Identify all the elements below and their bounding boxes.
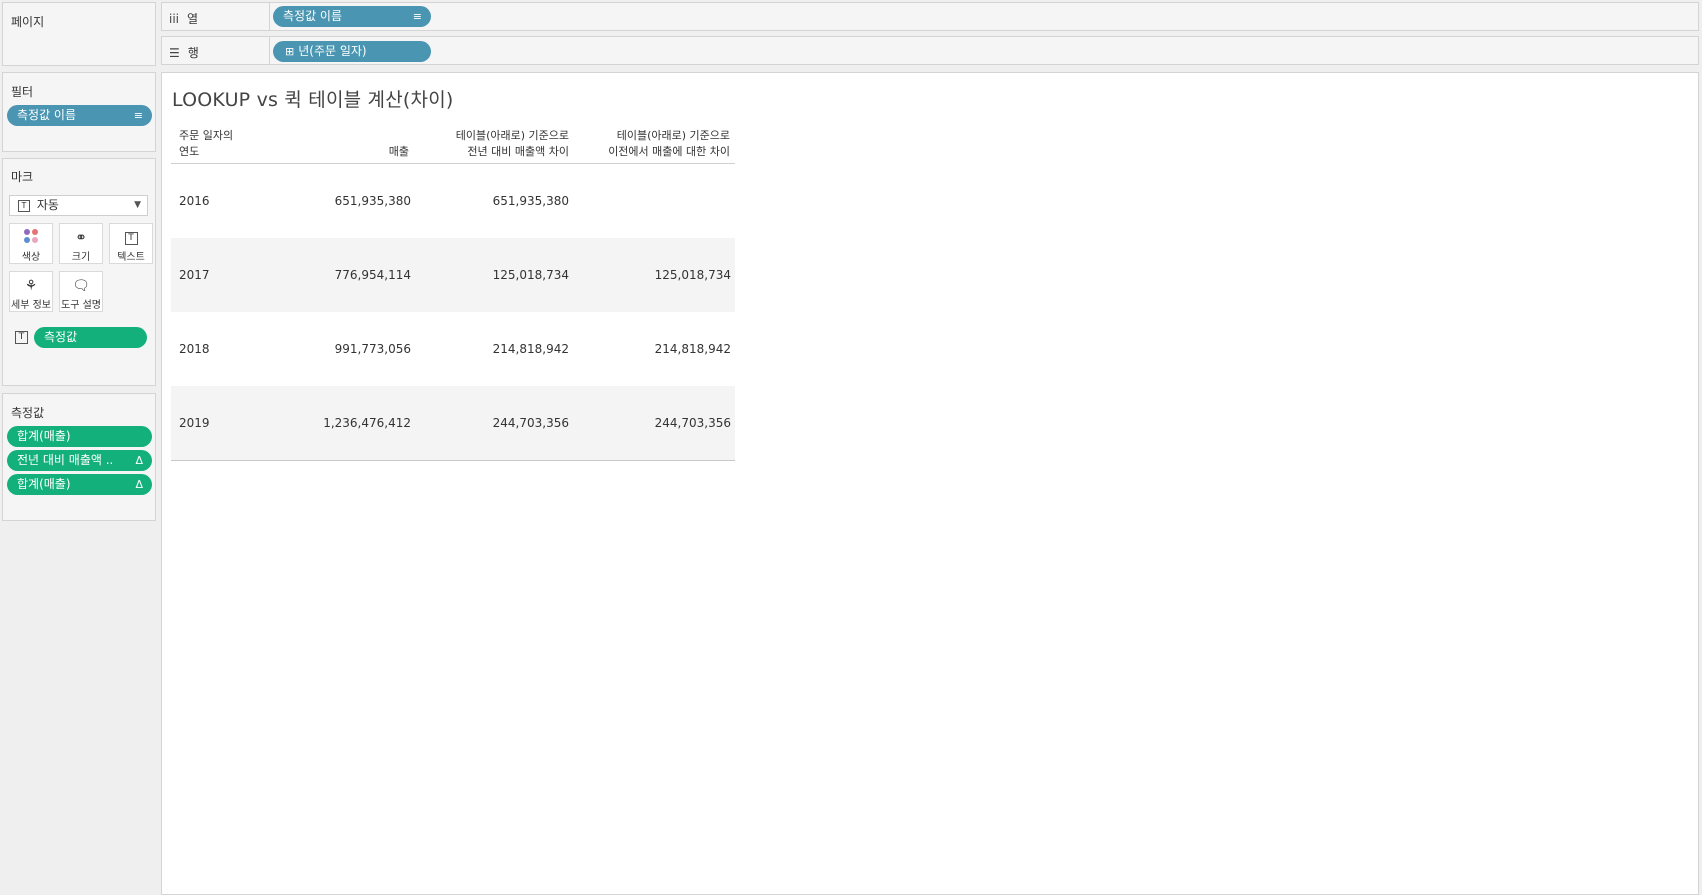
prev-diff-cell[interactable]: 214,818,942	[655, 312, 731, 386]
prev-diff-cell[interactable]: 244,703,356	[655, 386, 731, 460]
size-icon: ⚭	[75, 230, 87, 246]
filter-measure-names-pill[interactable]: 측정값 이름 ≡	[7, 105, 152, 126]
table-row[interactable]: 2017 776,954,114 125,018,734 125,018,734	[171, 238, 735, 312]
sales-cell[interactable]: 651,935,380	[335, 164, 411, 238]
measure-pill-sum-sales-diff[interactable]: 합계(매출) Δ	[7, 474, 152, 495]
year-order-date-pill[interactable]: ⊞ 년(주문 일자)	[273, 41, 431, 62]
pages-card[interactable]: 페이지	[2, 2, 156, 66]
tooltip-icon: 🗨	[72, 278, 90, 294]
year-cell[interactable]: 2019	[179, 386, 210, 460]
measure-values-card[interactable]: 측정값 합계(매출) 전년 대비 매출액 .. Δ 합계(매출) Δ	[2, 393, 156, 521]
size-button[interactable]: ⚭ 크기	[59, 223, 103, 264]
sales-cell[interactable]: 991,773,056	[335, 312, 411, 386]
filters-card-title: 필터	[11, 85, 34, 99]
sort-icon: ≡	[412, 10, 422, 23]
viz-canvas[interactable]: LOOKUP vs 퀵 테이블 계산(차이) 주문 일자의 연도 매출 테이블(…	[161, 72, 1699, 895]
measure-values-card-title: 측정값	[11, 406, 45, 420]
header-prev-diff[interactable]: 테이블(아래로) 기준으로 이전에서 매출에 대한 차이	[562, 128, 730, 160]
table-row[interactable]: 2018 991,773,056 214,818,942 214,818,942	[171, 312, 735, 386]
filters-card[interactable]: 필터 측정값 이름 ≡	[2, 72, 156, 152]
delta-icon: Δ	[135, 454, 143, 467]
header-year[interactable]: 주문 일자의 연도	[179, 128, 233, 160]
header-yoy-diff[interactable]: 테이블(아래로) 기준으로 전년 대비 매출액 차이	[412, 128, 569, 160]
text-encoding-icon: T	[15, 331, 28, 344]
measure-pill-sum-sales[interactable]: 합계(매출)	[7, 426, 152, 447]
year-cell[interactable]: 2018	[179, 312, 210, 386]
table-row[interactable]: 2016 651,935,380 651,935,380	[171, 164, 735, 238]
yoy-diff-cell[interactable]: 244,703,356	[493, 386, 569, 460]
text-mark-icon: T	[18, 199, 30, 212]
rows-shelf[interactable]: ☰ 행 ⊞ 년(주문 일자)	[161, 36, 1699, 65]
columns-shelf[interactable]: iii 열 측정값 이름 ≡	[161, 2, 1699, 31]
rows-icon: ☰	[169, 46, 180, 60]
detail-icon: ⚘	[24, 278, 38, 294]
yoy-diff-cell[interactable]: 125,018,734	[493, 238, 569, 312]
delta-icon: Δ	[135, 478, 143, 491]
text-icon: T	[110, 229, 152, 247]
header-sales[interactable]: 매출	[269, 144, 409, 160]
marks-card-title: 마크	[11, 170, 34, 184]
yoy-diff-cell[interactable]: 651,935,380	[493, 164, 569, 238]
shelf-divider	[269, 3, 270, 30]
columns-icon: iii	[169, 12, 180, 26]
text-button[interactable]: T 텍스트	[109, 223, 153, 264]
year-cell[interactable]: 2017	[179, 238, 210, 312]
mark-type-dropdown[interactable]: T 자동 ▼	[9, 195, 148, 216]
tooltip-button[interactable]: 🗨 도구 설명	[59, 271, 103, 312]
color-icon	[10, 229, 52, 247]
sort-icon: ≡	[133, 109, 143, 122]
sales-cell[interactable]: 1,236,476,412	[323, 386, 411, 460]
yoy-diff-cell[interactable]: 214,818,942	[493, 312, 569, 386]
color-button[interactable]: 색상	[9, 223, 53, 264]
detail-button[interactable]: ⚘ 세부 정보	[9, 271, 53, 312]
shelf-divider	[269, 37, 270, 64]
viz-title: LOOKUP vs 퀵 테이블 계산(차이)	[172, 89, 454, 111]
columns-shelf-label: iii 열	[169, 12, 199, 26]
measure-values-text-pill[interactable]: 측정값	[34, 327, 147, 348]
table-bottom-border	[171, 460, 735, 461]
expand-icon[interactable]: ⊞	[285, 45, 294, 58]
measure-names-pill[interactable]: 측정값 이름 ≡	[273, 6, 431, 27]
sales-cell[interactable]: 776,954,114	[335, 238, 411, 312]
pages-card-title: 페이지	[11, 15, 45, 29]
year-cell[interactable]: 2016	[179, 164, 210, 238]
measure-pill-yoy-diff[interactable]: 전년 대비 매출액 .. Δ	[7, 450, 152, 471]
chevron-down-icon: ▼	[134, 200, 141, 210]
prev-diff-cell[interactable]: 125,018,734	[655, 238, 731, 312]
marks-card[interactable]: 마크 T 자동 ▼ 색상 ⚭ 크기 T 텍스트 ⚘ 세부 정보 🗨 도구 설명 …	[2, 158, 156, 386]
rows-shelf-label: ☰ 행	[169, 46, 199, 60]
table-row[interactable]: 2019 1,236,476,412 244,703,356 244,703,3…	[171, 386, 735, 460]
